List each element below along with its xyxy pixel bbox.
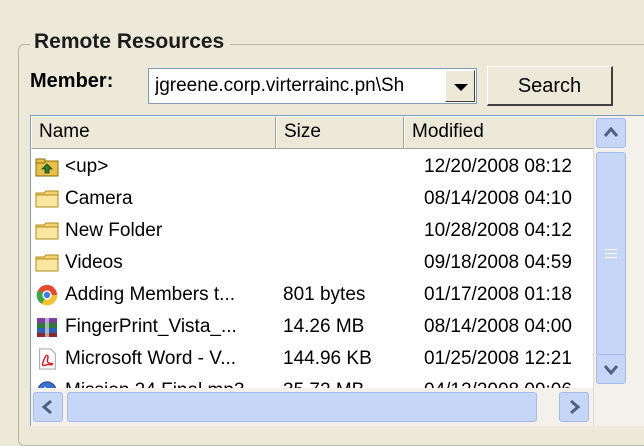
file-name: <up> bbox=[65, 156, 109, 177]
file-name: Videos bbox=[65, 252, 123, 273]
scroll-down-button[interactable] bbox=[596, 354, 626, 384]
scroll-right-button[interactable] bbox=[559, 392, 589, 422]
group-title: Remote Resources bbox=[30, 30, 231, 54]
file-modified: 01/25/2008 12:21 bbox=[424, 348, 572, 369]
chevron-left-icon bbox=[41, 399, 52, 415]
file-size: 144.96 KB bbox=[283, 348, 372, 369]
chevron-up-icon bbox=[603, 126, 619, 137]
chevron-down-icon bbox=[454, 84, 468, 91]
file-name: Microsoft Word - V... bbox=[65, 348, 237, 369]
column-header-name[interactable]: Name bbox=[31, 116, 276, 149]
horizontal-scrollbar[interactable] bbox=[31, 388, 593, 426]
file-name: Adding Members t... bbox=[65, 284, 236, 305]
vertical-scrollbar[interactable] bbox=[593, 116, 644, 426]
horizontal-scroll-thumb[interactable] bbox=[67, 392, 537, 422]
search-button[interactable]: Search bbox=[487, 66, 613, 106]
file-modified: 01/17/2008 01:18 bbox=[424, 284, 572, 305]
chevron-right-icon bbox=[570, 399, 581, 415]
member-label: Member: bbox=[30, 70, 114, 92]
file-name: Camera bbox=[65, 188, 133, 209]
member-combobox-value: jgreene.corp.virterrainc.pn\Sh bbox=[155, 75, 405, 96]
scroll-left-button[interactable] bbox=[33, 392, 63, 422]
folder-icon bbox=[35, 222, 59, 240]
member-combobox[interactable]: jgreene.corp.virterrainc.pn\Sh bbox=[148, 68, 477, 104]
column-header-size[interactable]: Size bbox=[276, 116, 404, 149]
chevron-down-icon bbox=[603, 365, 619, 376]
folder-icon bbox=[35, 190, 59, 208]
folder-icon bbox=[35, 254, 59, 272]
file-modified: 10/28/2008 04:12 bbox=[424, 220, 572, 241]
archive-icon bbox=[37, 318, 57, 337]
file-name: FingerPrint_Vista_... bbox=[65, 316, 237, 337]
file-modified: 08/14/2008 04:00 bbox=[424, 316, 572, 337]
file-name: New Folder bbox=[65, 220, 163, 241]
file-list[interactable]: Name Size Modified <up> 12/20/2008 08:12… bbox=[30, 115, 644, 426]
dropdown-button[interactable] bbox=[445, 70, 475, 102]
column-header-modified[interactable]: Modified bbox=[404, 116, 604, 149]
file-modified: 12/20/2008 08:12 bbox=[424, 156, 572, 177]
file-size: 801 bytes bbox=[283, 284, 366, 305]
file-size: 14.26 MB bbox=[283, 316, 365, 337]
browser-icon bbox=[36, 284, 58, 306]
pdf-icon bbox=[39, 348, 56, 370]
vertical-scroll-thumb[interactable] bbox=[596, 152, 626, 356]
file-modified: 08/14/2008 04:10 bbox=[424, 188, 572, 209]
file-modified: 09/18/2008 04:59 bbox=[424, 252, 572, 273]
scroll-up-button[interactable] bbox=[596, 118, 626, 148]
up-folder-icon bbox=[35, 158, 59, 177]
